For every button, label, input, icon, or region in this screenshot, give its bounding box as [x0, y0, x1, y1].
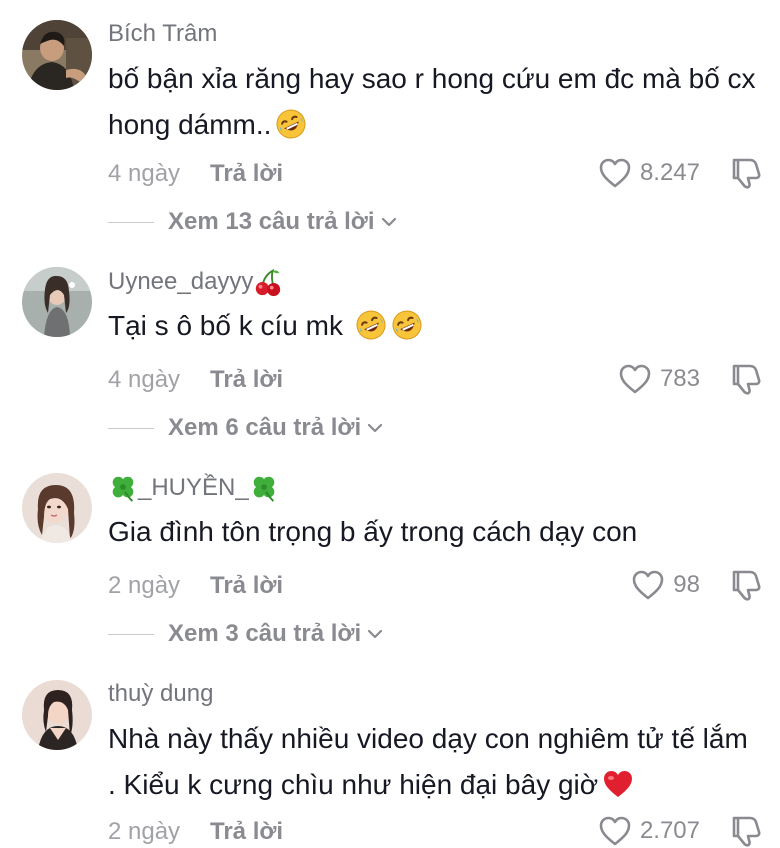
comment-age: 2 ngày	[108, 818, 181, 845]
comment-text-content: Gia đình tôn trọng b ấy trong cách dạy c…	[108, 516, 638, 547]
reply-button[interactable]: Trả lời	[210, 366, 283, 394]
comment-age: 2 ngày	[108, 572, 181, 599]
rofl-emoji	[355, 309, 387, 341]
heart-outline-icon	[598, 815, 632, 847]
heart-outline-icon	[618, 363, 652, 395]
view-replies-button[interactable]: Xem 6 câu trả lời	[108, 414, 383, 442]
avatar[interactable]	[22, 473, 92, 543]
chevron-down-icon	[367, 628, 383, 640]
divider-line	[108, 221, 154, 223]
like-count: 98	[673, 571, 700, 598]
comment-text-content: Tại s ô bố k cíu mk	[108, 310, 343, 341]
comment-age: 4 ngày	[108, 160, 181, 187]
comment-text-content: Nhà này thấy nhiều video dạy con nghiêm …	[108, 723, 748, 800]
like-button[interactable]: 8.247	[598, 157, 700, 189]
thumbs-down-icon[interactable]	[728, 814, 762, 848]
comment-text: Nhà này thấy nhiều video dạy con nghiêm …	[108, 716, 758, 808]
rofl-emoji	[391, 309, 423, 341]
like-button[interactable]: 98	[631, 569, 700, 601]
heart-outline-icon	[598, 157, 632, 189]
heart-outline-icon	[631, 569, 665, 601]
thumbs-down-icon[interactable]	[728, 568, 762, 602]
comment-text: bố bận xỉa răng hay sao r hong cứu em đc…	[108, 56, 758, 148]
cherries-emoji	[253, 267, 283, 297]
view-replies-button[interactable]: Xem 13 câu trả lời	[108, 208, 397, 236]
username[interactable]: thuỳ dung	[108, 680, 213, 708]
like-count: 783	[659, 365, 700, 392]
like-button[interactable]: 2.707	[598, 815, 700, 847]
comment-age: 4 ngày	[108, 366, 181, 393]
divider-line	[108, 427, 154, 429]
four-leaf-clover-emoji	[249, 473, 279, 503]
view-replies-label: Xem 3 câu trả lời	[168, 620, 362, 647]
divider-line	[108, 633, 154, 635]
avatar[interactable]	[22, 680, 92, 750]
username-text: Uynee_dayyy	[108, 268, 254, 295]
avatar[interactable]	[22, 20, 92, 90]
rofl-emoji	[275, 108, 307, 140]
username[interactable]: Bích Trâm	[108, 20, 217, 48]
view-replies-label: Xem 13 câu trả lời	[168, 208, 375, 235]
username[interactable]: Uynee_dayyy	[108, 267, 283, 297]
chevron-down-icon	[381, 216, 397, 228]
username-text: _HUYỀN_	[138, 474, 249, 501]
thumbs-down-icon[interactable]	[728, 156, 762, 190]
four-leaf-clover-emoji	[108, 473, 138, 503]
comment-text: Gia đình tôn trọng b ấy trong cách dạy c…	[108, 509, 758, 555]
comment-text-content: bố bận xỉa răng hay sao r hong cứu em đc…	[108, 63, 756, 140]
comment-text: Tại s ô bố k cíu mk	[108, 303, 758, 349]
red-heart-emoji	[602, 768, 634, 800]
view-replies-label: Xem 6 câu trả lời	[168, 414, 362, 441]
view-replies-button[interactable]: Xem 3 câu trả lời	[108, 620, 383, 648]
username[interactable]: _HUYỀN_	[108, 473, 279, 503]
reply-button[interactable]: Trả lời	[210, 818, 283, 846]
like-count: 8.247	[639, 159, 700, 186]
username-text: thuỳ dung	[108, 680, 214, 707]
like-count: 2.707	[639, 817, 700, 844]
avatar[interactable]	[22, 267, 92, 337]
thumbs-down-icon[interactable]	[728, 362, 762, 396]
chevron-down-icon	[367, 422, 383, 434]
reply-button[interactable]: Trả lời	[210, 160, 283, 188]
reply-button[interactable]: Trả lời	[210, 572, 283, 600]
username-text: Bích Trâm	[108, 20, 218, 47]
like-button[interactable]: 783	[618, 363, 700, 395]
